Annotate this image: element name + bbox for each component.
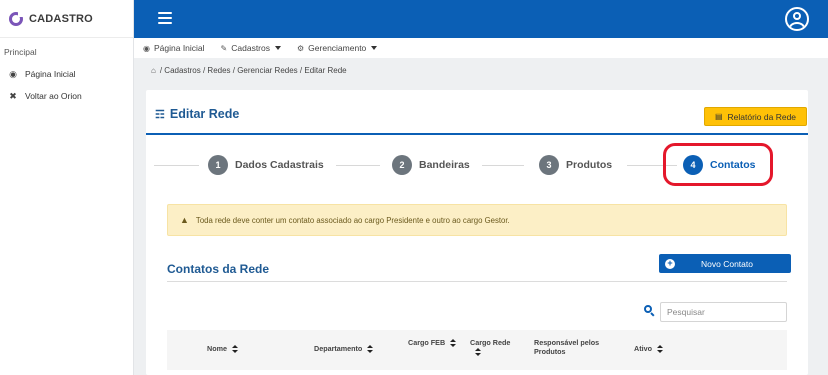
sidebar-item-voltar-orion[interactable]: ✖ Voltar ao Orion: [0, 85, 133, 107]
home-icon[interactable]: ⌂: [151, 66, 156, 75]
search-input[interactable]: [660, 302, 787, 322]
breadcrumb-text[interactable]: / Cadastros / Redes / Gerenciar Redes / …: [160, 66, 347, 75]
brand-name: CADASTRO: [29, 12, 93, 25]
step-label: Dados Cadastrais: [235, 159, 324, 171]
sidebar: CADASTRO Principal ◉ Página Inicial ✖ Vo…: [0, 0, 134, 375]
sidebar-section-label: Principal: [4, 47, 37, 57]
sidebar-item-pagina-inicial[interactable]: ◉ Página Inicial: [0, 63, 133, 85]
menu-item-gerenciamento[interactable]: ⚙ Gerenciamento: [297, 43, 378, 53]
document-icon: ▤: [714, 112, 723, 121]
step-number: 1: [208, 155, 228, 175]
step-number: 2: [392, 155, 412, 175]
brand[interactable]: CADASTRO: [0, 0, 133, 38]
sidebar-item-label: Página Inicial: [25, 69, 76, 79]
contacts-section-title: Contatos da Rede: [167, 262, 270, 276]
new-contact-button[interactable]: + Novo Contato: [659, 254, 791, 273]
step-dados-cadastrais[interactable]: 1 Dados Cadastrais: [208, 155, 324, 175]
contacts-table-header: Nome Departamento Cargo FEB Cargo Rede R…: [167, 330, 787, 370]
menu-item-pagina-inicial[interactable]: ◉ Página Inicial: [143, 43, 205, 53]
sort-icon: [367, 344, 374, 354]
menu-item-label: Cadastros: [231, 43, 270, 53]
column-header-responsavel-produtos[interactable]: Responsável pelos Produtos: [534, 338, 614, 356]
column-header-ativo[interactable]: Ativo: [634, 344, 663, 354]
top-bar: [134, 0, 828, 38]
chevron-down-icon: [275, 46, 281, 50]
sort-icon: [656, 344, 663, 354]
sort-icon: [475, 347, 481, 357]
sort-icon: [450, 338, 457, 348]
close-icon: ✖: [9, 90, 17, 101]
breadcrumb: ⌂ / Cadastros / Redes / Gerenciar Redes …: [151, 66, 347, 75]
page-title: ☶ Editar Rede: [155, 107, 239, 121]
menu-item-label: Gerenciamento: [308, 43, 367, 53]
column-header-departamento[interactable]: Departamento: [314, 344, 374, 354]
sitemap-icon: ☶: [155, 108, 165, 121]
card-header: ☶ Editar Rede ▤ Relatório da Rede: [146, 90, 808, 135]
sort-icon: [231, 344, 238, 354]
step-produtos[interactable]: 3 Produtos: [539, 155, 612, 175]
network-report-button[interactable]: ▤ Relatório da Rede: [704, 107, 807, 126]
step-label: Bandeiras: [419, 159, 470, 171]
logo-icon: [9, 11, 23, 26]
plus-circle-icon: +: [665, 258, 675, 269]
section-divider: [167, 281, 787, 282]
user-icon[interactable]: [785, 7, 809, 31]
gear-icon: ⚙: [297, 43, 305, 53]
menu-item-label: Página Inicial: [153, 43, 205, 53]
page-title-text: Editar Rede: [169, 107, 240, 121]
column-header-cargo-rede[interactable]: Cargo Rede: [470, 338, 512, 357]
step-label: Produtos: [566, 159, 613, 171]
alert-text: Toda rede deve conter um contato associa…: [195, 215, 510, 225]
warning-icon: ▲: [180, 215, 189, 225]
step-bandeiras[interactable]: 2 Bandeiras: [392, 155, 470, 175]
step-number: 3: [539, 155, 559, 175]
active-step-highlight: [663, 143, 773, 186]
dashboard-icon: ◉: [143, 43, 150, 53]
chevron-down-icon: [371, 46, 378, 50]
column-header-nome[interactable]: Nome: [207, 344, 238, 354]
search-icon[interactable]: [644, 305, 655, 317]
network-report-label: Relatório da Rede: [727, 111, 797, 122]
column-header-cargo-feb[interactable]: Cargo FEB: [408, 338, 460, 348]
step-connector: [336, 165, 380, 166]
edit-network-card: ☶ Editar Rede ▤ Relatório da Rede 1 Dado…: [146, 90, 808, 375]
edit-icon: ✎: [220, 43, 228, 53]
sidebar-item-label: Voltar ao Orion: [25, 91, 82, 101]
menu-item-cadastros[interactable]: ✎ Cadastros: [221, 43, 281, 53]
dashboard-icon: ◉: [9, 68, 17, 79]
new-contact-label: Novo Contato: [701, 258, 753, 269]
menu-toggle-icon[interactable]: [158, 12, 172, 24]
warning-alert: ▲ Toda rede deve conter um contato assoc…: [167, 204, 787, 236]
step-connector: [154, 165, 199, 166]
menu-bar: ◉ Página Inicial ✎ Cadastros ⚙ Gerenciam…: [134, 38, 828, 58]
step-connector: [482, 165, 524, 166]
